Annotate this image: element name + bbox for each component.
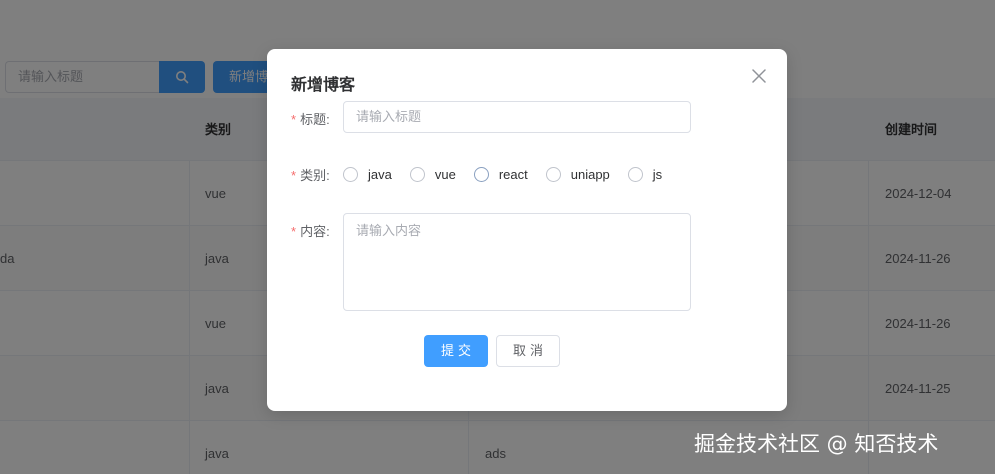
radio-circle [473, 166, 489, 182]
required-mark: * [291, 224, 297, 239]
category-radio-uniapp[interactable]: uniapp [545, 166, 610, 182]
category-radio-js[interactable]: js [627, 166, 662, 182]
title-placeholder: 请输入标题 [356, 109, 422, 124]
add-blog-dialog: 新增博客 * 标题: 请输入标题 * 类别: java vue react unia… [267, 49, 787, 411]
content-textarea[interactable]: 请输入内容 [343, 213, 691, 311]
title-input[interactable]: 请输入标题 [343, 101, 691, 133]
close-icon[interactable] [750, 67, 768, 85]
category-radio-react[interactable]: react [473, 166, 528, 182]
cancel-button[interactable]: 取消 [496, 335, 560, 367]
watermark-text: 掘金技术社区 @ 知否技术 [694, 432, 939, 456]
category-radio-vue[interactable]: vue [409, 166, 456, 182]
category-radio-group: java vue react uniapp js [343, 164, 680, 184]
category-radio-java[interactable]: java [343, 166, 392, 182]
required-mark: * [291, 112, 297, 127]
dialog-title: 新增博客 [291, 77, 356, 94]
radio-circle [409, 166, 425, 182]
radio-circle [545, 166, 561, 182]
submit-button[interactable]: 提交 [424, 335, 488, 367]
content-placeholder: 请输入内容 [356, 223, 422, 238]
radio-circle [343, 166, 358, 182]
required-mark: * [291, 168, 297, 183]
radio-circle [627, 166, 643, 182]
